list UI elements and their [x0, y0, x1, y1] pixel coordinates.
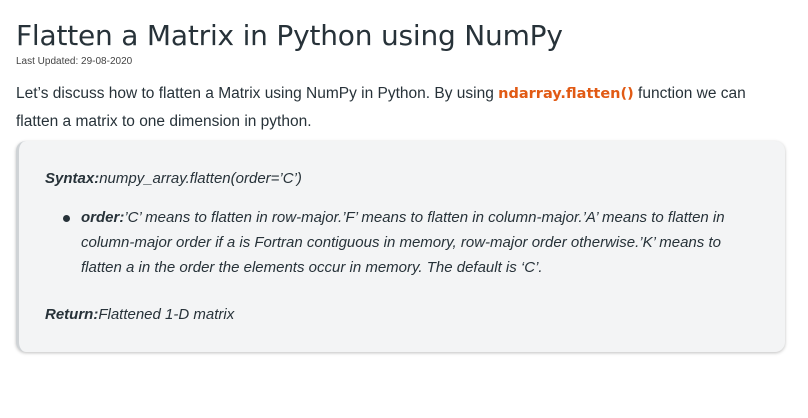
inline-code-flatten: ndarray.flatten() — [498, 86, 634, 102]
param-description: ’C’ means to flatten in row-major.’F’ me… — [81, 209, 725, 276]
article-page: Flatten a Matrix in Python using NumPy L… — [0, 0, 808, 418]
return-label: Return: — [45, 306, 99, 323]
page-title: Flatten a Matrix in Python using NumPy — [16, 19, 563, 52]
syntax-label: Syntax: — [45, 170, 100, 187]
syntax-line: Syntax:numpy_array.flatten(order=’C’) — [45, 170, 302, 187]
parameter-list: order:’C’ means to flatten in row-major.… — [63, 205, 761, 280]
return-value: Flattened 1-D matrix — [98, 306, 235, 323]
bullet-icon — [63, 215, 70, 222]
list-item: order:’C’ means to flatten in row-major.… — [63, 205, 761, 280]
syntax-infobox: Syntax:numpy_array.flatten(order=’C’) or… — [16, 141, 785, 352]
param-label: order: — [81, 209, 125, 226]
intro-paragraph: Let’s discuss how to flatten a Matrix us… — [16, 80, 792, 135]
syntax-value: numpy_array.flatten(order=’C’) — [99, 170, 302, 187]
return-line: Return:Flattened 1-D matrix — [45, 306, 234, 323]
last-updated: Last Updated: 29-08-2020 — [16, 56, 133, 67]
intro-text-start: Let’s discuss how to flatten a Matrix us… — [16, 85, 499, 102]
